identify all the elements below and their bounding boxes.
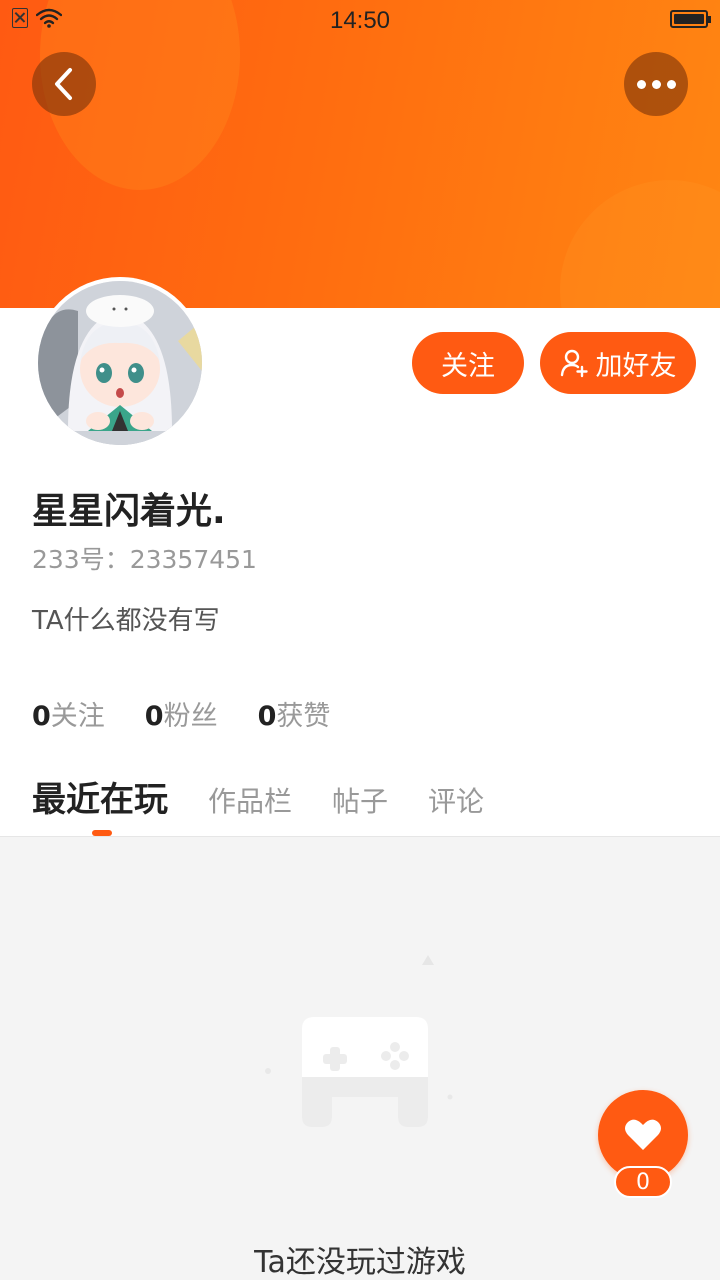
stat-followers[interactable]: 0粉丝: [145, 694, 218, 733]
like-count-badge: 0: [614, 1166, 672, 1198]
stat-label: 获赞: [276, 701, 331, 732]
tab-comments[interactable]: 评论: [428, 780, 484, 820]
add-user-icon: [560, 349, 588, 378]
profile-header-background: [0, 0, 720, 308]
stat-label: 关注: [50, 701, 105, 732]
user-id-value: 23357451: [129, 545, 257, 574]
stat-value: 0: [32, 701, 51, 732]
heart-icon: [625, 1119, 661, 1150]
header-decoration: [560, 180, 720, 308]
stat-label: 粉丝: [163, 701, 218, 732]
battery-icon: [670, 10, 711, 28]
more-dots-icon: [636, 79, 676, 89]
stat-following[interactable]: 0关注: [32, 694, 105, 733]
empty-state-text: Ta还没玩过游戏: [254, 1245, 466, 1280]
back-button[interactable]: [32, 52, 96, 116]
empty-state-illustration: [250, 947, 470, 1137]
follow-button-label: 关注: [441, 350, 495, 382]
nickname: 星星闪着光.: [32, 491, 226, 532]
tab-works[interactable]: 作品栏: [208, 780, 292, 820]
profile-tabs: 最近在玩 作品栏 帖子 评论: [32, 772, 524, 821]
avatar-illustration: [38, 281, 202, 445]
more-button[interactable]: [624, 52, 688, 116]
avatar[interactable]: [34, 277, 206, 449]
stat-value: 0: [144, 701, 164, 732]
back-arrow-icon: [55, 68, 72, 100]
user-id-label: 233号：: [32, 545, 130, 574]
add-friend-button-label: 加好友: [595, 350, 677, 382]
bio: TA什么都没有写: [32, 606, 220, 636]
stat-likes[interactable]: 0获赞: [258, 694, 331, 733]
tab-content: Ta还没玩过游戏: [0, 836, 720, 1280]
gamepad-icon: [265, 955, 453, 1127]
tab-posts[interactable]: 帖子: [332, 780, 388, 820]
status-time: 14:50: [329, 7, 391, 34]
stat-value: 0: [257, 701, 277, 732]
user-id: 233号：23357451: [32, 540, 257, 576]
follow-button[interactable]: 关注: [412, 332, 524, 394]
stats-row: 0关注 0粉丝 0获赞: [32, 694, 330, 733]
add-friend-button[interactable]: 加好友: [540, 332, 696, 394]
status-bar: 14:50: [0, 0, 720, 40]
tab-recently-played[interactable]: 最近在玩: [32, 772, 168, 821]
